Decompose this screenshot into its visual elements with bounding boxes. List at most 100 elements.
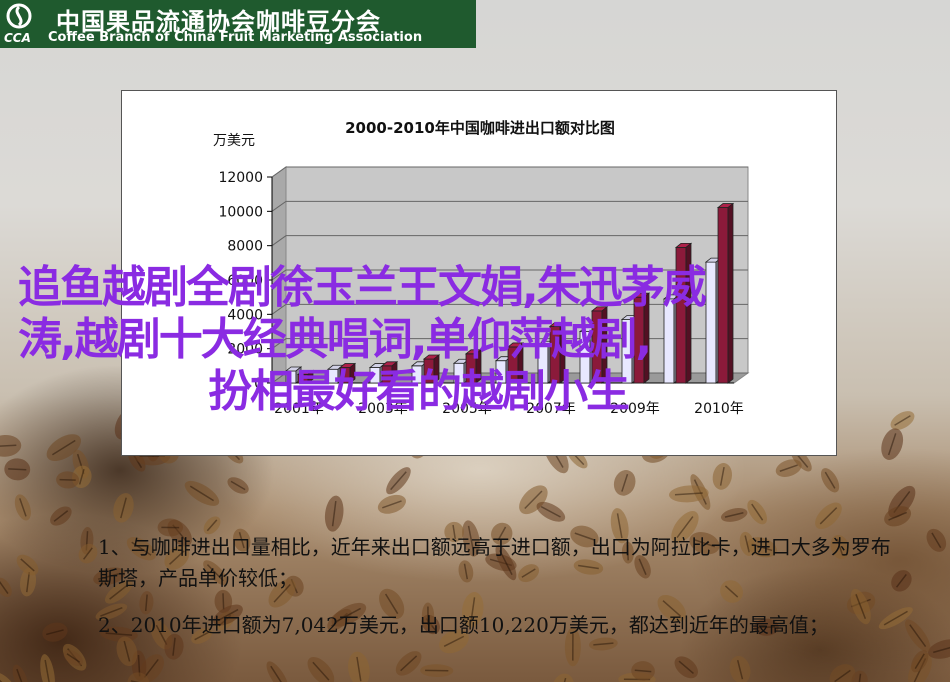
coffee-bean-crease	[66, 653, 81, 663]
coffee-bean-crease	[76, 453, 85, 475]
coffee-bean-crease	[678, 660, 694, 674]
coffee-bean	[775, 459, 802, 477]
coffee-bean-crease	[85, 531, 89, 551]
coffee-bean	[890, 411, 915, 430]
coffee-bean-crease	[724, 512, 744, 518]
bar-import	[705, 261, 717, 384]
coffee-bean	[4, 458, 31, 481]
coffee-bean	[324, 495, 344, 532]
coffee-bean	[905, 619, 931, 652]
coffee-bean	[14, 494, 31, 521]
coffee-bean	[0, 671, 17, 682]
coffee-bean	[668, 485, 709, 503]
coffee-bean	[63, 649, 83, 666]
coffee-bean	[386, 467, 411, 495]
coffee-bean-crease	[888, 511, 907, 521]
coffee-bean	[127, 672, 150, 682]
coffee-bean	[19, 567, 37, 597]
coffee-bean-crease	[390, 471, 407, 491]
coffee-bean	[0, 434, 22, 457]
coffee-bean-crease	[270, 665, 285, 682]
coffee-bean	[829, 664, 856, 682]
note-item-1: 1、与咖啡进出口量相比，近年来出口额远高于进口额，出口为阿拉比卡，进口大多为罗布…	[98, 535, 891, 590]
coffee-bean-crease	[8, 468, 27, 471]
coffee-bean-crease	[887, 433, 897, 456]
coffee-bean	[56, 471, 80, 489]
coffee-bean	[851, 670, 868, 682]
coffee-bean	[80, 527, 94, 555]
coffee-bean-crease	[382, 500, 402, 509]
coffee-bean	[12, 664, 29, 682]
coffee-bean	[62, 643, 87, 671]
coffee-bean	[690, 474, 711, 510]
coffee-bean-crease	[914, 653, 925, 669]
coffee-bean	[884, 506, 912, 527]
coffee-bean-crease	[53, 510, 69, 522]
y-tick-label: 12000	[218, 170, 263, 186]
coffee-bean-crease	[20, 558, 35, 572]
coffee-bean-crease	[44, 659, 51, 682]
coffee-bean-crease	[78, 468, 85, 485]
coffee-bean-crease	[143, 659, 159, 678]
y-axis-label: 万美元	[213, 133, 255, 149]
y-tick-label: 10000	[218, 204, 263, 220]
coffee-bean	[747, 499, 767, 525]
coffee-bean	[820, 468, 840, 493]
coffee-bean	[420, 664, 454, 677]
coffee-bean-crease	[331, 500, 337, 527]
coffee-bean	[720, 508, 748, 522]
coffee-bean	[227, 477, 249, 494]
coffee-bean	[881, 428, 904, 460]
overlay-line-2: 涛,越剧十大经典唱词,单仰萍越剧,	[18, 314, 652, 365]
coffee-bean-crease	[894, 415, 911, 426]
x-tick-label: 2010年	[694, 401, 744, 417]
coffee-bean	[184, 480, 220, 506]
coffee-bean-crease	[356, 656, 362, 682]
coffee-bean	[618, 672, 656, 682]
coffee-bean-crease	[0, 444, 17, 448]
coffee-bean	[552, 673, 575, 682]
coffee-bean	[50, 506, 72, 526]
coffee-bean	[631, 661, 655, 681]
bar-export	[717, 207, 729, 384]
cca-emblem-icon	[6, 3, 32, 29]
coffee-bean	[377, 494, 406, 514]
analysis-notes: 1、与咖啡进出口量相比，近年来出口额远高于进口额，出口为阿拉比卡，进口大多为罗布…	[98, 532, 898, 657]
coffee-bean-crease	[400, 655, 418, 672]
coffee-bean	[613, 470, 636, 496]
coffee-bean	[46, 434, 82, 462]
coffee-bean-crease	[16, 668, 25, 682]
coffee-bean	[926, 528, 947, 552]
coffee-bean	[113, 493, 134, 523]
association-name-en: Coffee Branch of China Fruit Marketing A…	[48, 30, 423, 45]
coffee-bean-crease	[26, 572, 31, 593]
coffee-bean	[815, 502, 842, 530]
coffee-bean	[536, 501, 566, 522]
coffee-bean	[888, 485, 916, 519]
coffee-bean-crease	[751, 503, 764, 521]
coffee-bean-crease	[19, 498, 27, 517]
coffee-bean-crease	[893, 490, 911, 513]
overlay-line-3: 扮相最好看的越剧小生	[208, 366, 630, 417]
coffee-bean	[908, 652, 932, 682]
coffee-bean-crease	[895, 573, 907, 588]
coffee-bean	[40, 654, 55, 682]
coffee-bean	[266, 661, 289, 682]
coffee-bean-crease	[824, 471, 836, 489]
coffee-bean-crease	[312, 661, 330, 681]
coffee-bean-crease	[83, 547, 93, 560]
coffee-bean-crease	[0, 675, 13, 682]
coffee-bean-crease	[67, 648, 83, 667]
bar-side-face	[727, 202, 734, 384]
association-logo: 中国果品流通协会咖啡豆分会 CCA Coffee Branch of China…	[0, 0, 476, 48]
coffee-bean-crease	[189, 485, 214, 502]
coffee-bean-crease	[779, 464, 798, 472]
overlay-line-1: 追鱼越剧全剧徐玉兰王文娟,朱迅茅威	[18, 262, 707, 313]
coffee-bean-crease	[621, 473, 629, 492]
note-item-2: 2、2010年进口额为7,042万美元，出口额10,220万美元，都达到近年的最…	[98, 613, 829, 637]
coffee-bean-crease	[834, 669, 851, 682]
coffee-bean	[729, 655, 751, 682]
coffee-bean-crease	[51, 439, 76, 456]
association-abbr: CCA	[4, 31, 31, 45]
coffee-bean-crease	[913, 658, 927, 682]
